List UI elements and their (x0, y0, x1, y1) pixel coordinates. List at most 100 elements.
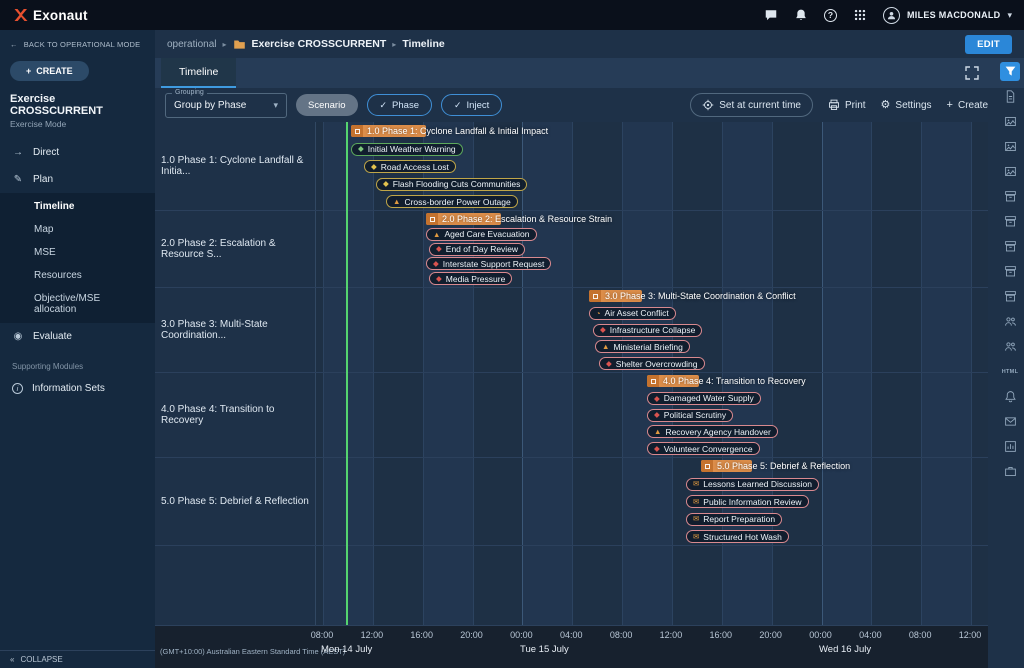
user-menu[interactable]: MILES MACDONALD ▾ (883, 7, 1012, 24)
back-to-operational-link[interactable]: ← BACK TO OPERATIONAL MODE (0, 30, 155, 53)
phase-bar-icon (426, 213, 438, 225)
sidebar-item-timeline[interactable]: Timeline (0, 195, 155, 218)
sidebar-item-objective-mse-allocation[interactable]: Objective/MSE allocation (0, 287, 155, 321)
inject-label: Damaged Water Supply (664, 393, 754, 403)
print-button[interactable]: Print (828, 99, 866, 111)
chart-icon[interactable] (1000, 437, 1020, 456)
inject-type-icon: ◆ (433, 260, 439, 268)
sidebar-item-resources[interactable]: Resources (0, 264, 155, 287)
create-inject-button[interactable]: + Create (947, 100, 988, 111)
scenario-chip-label: Scenario (308, 100, 346, 111)
inject-chip[interactable]: ✓ Inject (441, 94, 502, 116)
inject-type-icon: ◆ (371, 163, 377, 171)
archive-icon[interactable] (1000, 212, 1020, 231)
archive-icon[interactable] (1000, 237, 1020, 256)
sidebar-item-mse[interactable]: MSE (0, 241, 155, 264)
row-label: 5.0 Phase 5: Debrief & Reflection (155, 457, 315, 545)
inject-item[interactable]: ▲Aged Care Evacuation (426, 228, 537, 241)
day-night-band (921, 122, 971, 625)
day-night-band (822, 122, 872, 625)
archive-icon[interactable] (1000, 262, 1020, 281)
inject-label: Recovery Agency Handover (665, 427, 770, 437)
inject-item[interactable]: ◆End of Day Review (429, 243, 525, 256)
filter-icon[interactable] (1000, 62, 1020, 81)
inject-type-icon: ✉ (693, 533, 699, 541)
users-icon[interactable] (1000, 337, 1020, 356)
inject-item[interactable]: ✉Lessons Learned Discussion (686, 478, 819, 491)
inject-item[interactable]: ◆Interstate Support Request (426, 257, 551, 270)
archive-icon[interactable] (1000, 187, 1020, 206)
file-icon[interactable] (1000, 87, 1020, 106)
inject-item[interactable]: ▲Recovery Agency Handover (647, 425, 778, 438)
bell-icon[interactable] (1000, 387, 1020, 406)
fullscreen-icon[interactable] (964, 65, 980, 81)
axis-tick-label: 20:00 (455, 630, 489, 640)
sidebar-item-map[interactable]: Map (0, 218, 155, 241)
supporting-modules-label: Supporting Modules (0, 350, 155, 375)
inject-item[interactable]: ◆Political Scrutiny (647, 409, 733, 422)
inject-item[interactable]: ◆Initial Weather Warning (351, 143, 463, 156)
tab-bar: Timeline (155, 58, 1024, 88)
briefcase-icon[interactable] (1000, 462, 1020, 481)
scenario-chip[interactable]: Scenario (296, 94, 358, 116)
breadcrumb: operational ▸ Exercise CROSSCURRENT ▸ Ti… (155, 30, 1024, 58)
image-icon[interactable] (1000, 162, 1020, 181)
inject-item[interactable]: ▲Ministerial Briefing (595, 340, 690, 353)
inject-item[interactable]: ◆Road Access Lost (364, 160, 456, 173)
inject-item[interactable]: ◆Volunteer Convergence (647, 442, 760, 455)
sidebar-item-plan[interactable]: ✎Plan (0, 166, 155, 193)
inject-item[interactable]: ✉Structured Hot Wash (686, 530, 789, 543)
mail-icon[interactable] (1000, 412, 1020, 431)
inject-item[interactable]: ▲Cross-border Power Outage (386, 195, 518, 208)
gridline (522, 122, 523, 625)
right-icon-rail: HTML (998, 62, 1022, 668)
image-icon[interactable] (1000, 112, 1020, 131)
gridline (822, 122, 823, 625)
inject-label: Infrastructure Collapse (610, 325, 696, 335)
axis-date-label: Wed 16 July (819, 644, 871, 655)
breadcrumb-operational[interactable]: operational (167, 39, 216, 50)
sidebar-item-evaluate[interactable]: ◉Evaluate (0, 323, 155, 350)
sidebar-item-direct[interactable]: →Direct (0, 139, 155, 166)
inject-item[interactable]: ◔Air Asset Conflict (589, 307, 676, 320)
grouping-select[interactable]: Grouping Group by Phase ▾ (165, 93, 287, 118)
help-icon[interactable]: ? (824, 9, 837, 22)
inject-label: Report Preparation (703, 514, 775, 524)
bell-icon[interactable] (794, 8, 808, 22)
settings-button[interactable]: ⚙ Settings (881, 100, 932, 111)
inject-item[interactable]: ✉Public Information Review (686, 495, 809, 508)
gantt-chart[interactable]: 1.0 Phase 1: Cyclone Landfall & Initial … (315, 122, 988, 625)
set-current-time-button[interactable]: Set at current time (690, 93, 813, 117)
breadcrumb-exercise[interactable]: Exercise CROSSCURRENT (252, 38, 387, 50)
day-night-band (522, 122, 572, 625)
axis-tick-label: 12:00 (355, 630, 389, 640)
day-night-band (315, 122, 323, 625)
inject-item[interactable]: ◆Infrastructure Collapse (593, 324, 702, 337)
html-icon[interactable]: HTML (1000, 362, 1020, 381)
axis-tick-label: 08:00 (903, 630, 937, 640)
collapse-button[interactable]: « COLLAPSE (0, 650, 155, 668)
tab-timeline[interactable]: Timeline (161, 58, 236, 88)
create-button[interactable]: + CREATE (10, 61, 89, 81)
inject-item[interactable]: ✉Report Preparation (686, 513, 782, 526)
inject-item[interactable]: ◆Flash Flooding Cuts Communities (376, 178, 527, 191)
sidebar-item-information-sets[interactable]: iInformation Sets (0, 375, 155, 402)
inject-type-icon: ◆ (358, 145, 364, 153)
users-icon[interactable] (1000, 312, 1020, 331)
edit-button[interactable]: EDIT (965, 35, 1012, 54)
inject-item[interactable]: ◆Damaged Water Supply (647, 392, 761, 405)
gridline (373, 122, 374, 625)
chat-icon[interactable] (764, 8, 778, 22)
avatar (883, 7, 900, 24)
inject-item[interactable]: ◆Shelter Overcrowding (599, 357, 705, 370)
inject-label: Shelter Overcrowding (616, 359, 698, 369)
axis-tick-label: 08:00 (305, 630, 339, 640)
inject-item[interactable]: ◆Media Pressure (429, 272, 512, 285)
inject-type-icon: ▲ (602, 343, 609, 351)
image-icon[interactable] (1000, 137, 1020, 156)
phase-chip[interactable]: ✓ Phase (367, 94, 432, 116)
archive-icon[interactable] (1000, 287, 1020, 306)
timeline-toolbar: Grouping Group by Phase ▾ Scenario ✓ Pha… (155, 88, 988, 122)
day-night-band (622, 122, 672, 625)
apps-grid-icon[interactable] (853, 8, 867, 22)
